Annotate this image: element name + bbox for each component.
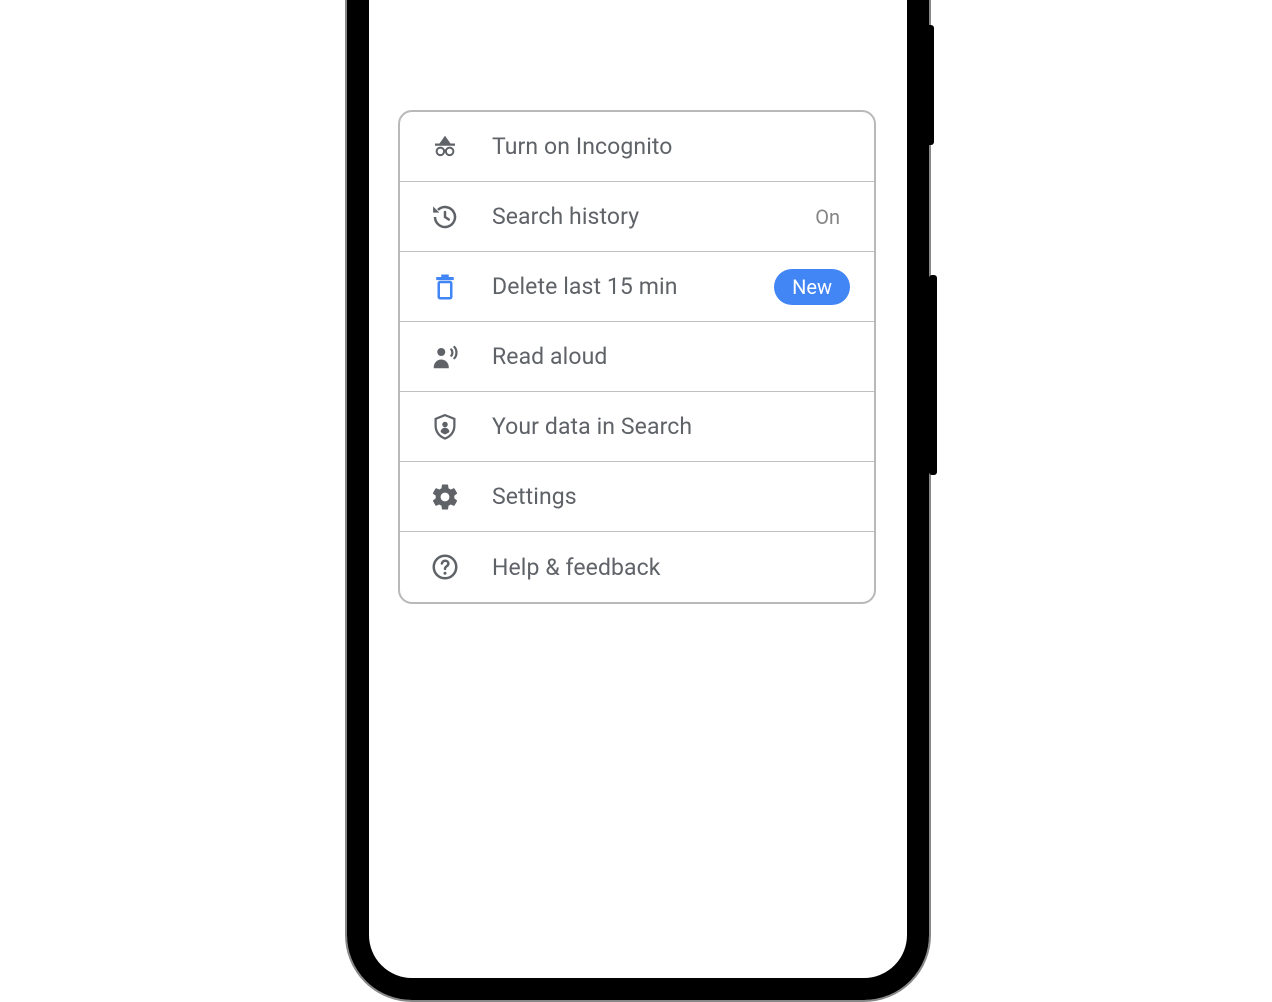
menu-item-label: Your data in Search xyxy=(492,413,850,440)
menu-item-label: Read aloud xyxy=(492,343,850,370)
search-history-status: On xyxy=(815,205,840,229)
menu-item-read-aloud[interactable]: Read aloud xyxy=(400,322,874,392)
menu-item-label: Delete last 15 min xyxy=(492,273,774,300)
menu-item-label: Settings xyxy=(492,483,850,510)
menu-item-label: Help & feedback xyxy=(492,554,850,581)
trash-icon xyxy=(428,270,462,304)
menu-item-incognito[interactable]: Turn on Incognito xyxy=(400,112,874,182)
menu-item-label: Turn on Incognito xyxy=(492,133,850,160)
read-aloud-icon xyxy=(428,340,462,374)
incognito-icon xyxy=(428,130,462,164)
help-icon xyxy=(428,550,462,584)
menu-item-search-history[interactable]: Search history On xyxy=(400,182,874,252)
new-badge: New xyxy=(774,269,850,305)
menu-item-label: Search history xyxy=(492,203,815,230)
account-menu-panel: Turn on Incognito Search history On Dele… xyxy=(398,110,876,604)
phone-side-button-top xyxy=(926,25,934,145)
menu-item-help[interactable]: Help & feedback xyxy=(400,532,874,602)
menu-item-delete-15min[interactable]: Delete last 15 min New xyxy=(400,252,874,322)
menu-item-settings[interactable]: Settings xyxy=(400,462,874,532)
privacy-shield-icon xyxy=(428,410,462,444)
phone-side-button-power xyxy=(929,275,937,475)
history-icon xyxy=(428,200,462,234)
gear-icon xyxy=(428,480,462,514)
menu-item-your-data[interactable]: Your data in Search xyxy=(400,392,874,462)
